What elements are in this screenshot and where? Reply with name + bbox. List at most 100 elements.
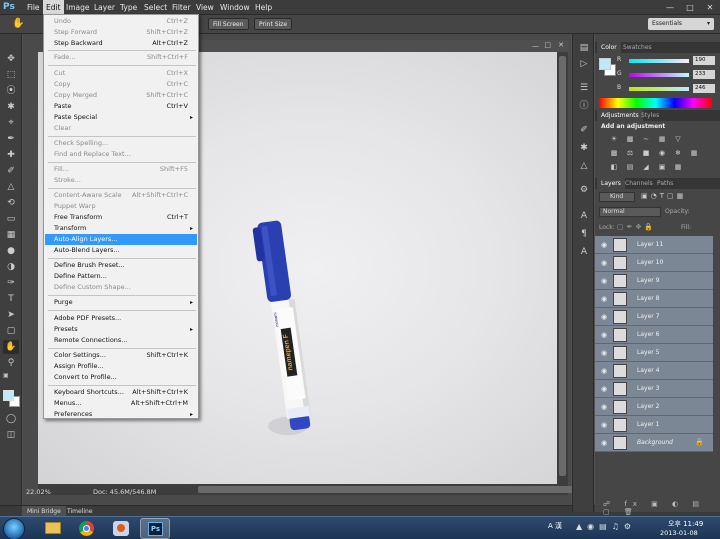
eyedropper-tool-icon[interactable]: ✒ xyxy=(3,132,19,146)
selective-color-icon[interactable]: ▣ xyxy=(657,163,667,171)
menu-item-free-transform[interactable]: Free Transform Ctrl+T xyxy=(45,212,197,223)
color-balance-icon[interactable]: ⚖ xyxy=(625,149,635,157)
layer-row[interactable]: ◉ Layer 2 xyxy=(595,398,713,416)
red-value[interactable]: 190 xyxy=(693,56,715,65)
menu-item-auto-align-layers[interactable]: Auto-Align Layers... xyxy=(45,234,197,245)
eye-icon[interactable]: ◉ xyxy=(599,438,609,448)
tool-presets-icon[interactable]: ⚙ xyxy=(578,184,590,196)
gradient-map-icon[interactable]: ▦ xyxy=(673,163,683,171)
tab-paths[interactable]: Paths xyxy=(653,178,677,189)
threshold-icon[interactable]: ◢ xyxy=(641,163,651,171)
close-icon[interactable]: ✕ xyxy=(700,0,720,15)
menu-file[interactable]: File xyxy=(24,0,43,15)
foreground-color-swatch[interactable] xyxy=(4,358,14,368)
layer-row[interactable]: ◉ Layer 10 xyxy=(595,254,713,272)
eye-icon[interactable]: ◉ xyxy=(599,312,609,322)
move-tool-icon[interactable]: ✥ xyxy=(3,52,19,66)
info-icon[interactable]: ⓘ xyxy=(578,100,590,112)
explorer-taskbar-icon[interactable] xyxy=(38,518,68,539)
path-select-tool-icon[interactable]: ➤ xyxy=(3,308,19,322)
menu-item-adobe-pdf-presets[interactable]: Adobe PDF Presets... xyxy=(45,313,197,324)
blue-slider[interactable]: B 246 xyxy=(617,84,717,94)
layer-row[interactable]: ◉ Layer 1 xyxy=(595,416,713,434)
layer-row[interactable]: ◉ Layer 4 xyxy=(595,362,713,380)
eye-icon[interactable]: ◉ xyxy=(599,420,609,430)
layer-row[interactable]: ◉ Layer 9 xyxy=(595,272,713,290)
menu-item-puppet-warp[interactable]: Puppet Warp xyxy=(45,201,197,212)
photo-filter-icon[interactable]: ◉ xyxy=(657,149,667,157)
menu-item-define-custom-shape[interactable]: Define Custom Shape... xyxy=(45,282,197,293)
minimize-icon[interactable]: — xyxy=(660,0,680,15)
menu-layer[interactable]: Layer xyxy=(91,0,118,15)
screen-mode-icon[interactable]: ◫ xyxy=(3,428,19,442)
history-brush-tool-icon[interactable]: ⟲ xyxy=(3,196,19,210)
vertical-scroll-thumb[interactable] xyxy=(559,56,566,476)
eye-icon[interactable]: ◉ xyxy=(599,330,609,340)
menu-item-remote-connections[interactable]: Remote Connections... xyxy=(45,335,197,346)
red-slider[interactable]: R 190 xyxy=(617,56,717,66)
menu-item-presets[interactable]: Presets ▸ xyxy=(45,324,197,335)
menu-item-keyboard-shortcuts[interactable]: Keyboard Shortcuts... Alt+Shift+Ctrl+K xyxy=(45,387,197,398)
blue-value[interactable]: 246 xyxy=(693,84,715,93)
menu-image[interactable]: Image xyxy=(63,0,93,15)
menu-item-copy[interactable]: Copy Ctrl+C xyxy=(45,79,197,90)
character-icon[interactable]: A xyxy=(578,210,590,222)
photoshop-taskbar-icon[interactable]: Ps xyxy=(140,518,170,539)
menu-item-fade[interactable]: Fade... Shift+Ctrl+F xyxy=(45,52,197,63)
menu-item-define-pattern[interactable]: Define Pattern... xyxy=(45,271,197,282)
workspace-select[interactable]: Essentials ▾ xyxy=(648,18,714,30)
menu-item-step-backward[interactable]: Step Backward Alt+Ctrl+Z xyxy=(45,38,197,49)
pen-tool-icon[interactable]: ✑ xyxy=(3,276,19,290)
menu-item-content-aware-scale[interactable]: Content-Aware Scale Alt+Shift+Ctrl+C xyxy=(45,190,197,201)
eraser-tool-icon[interactable]: ▭ xyxy=(3,212,19,226)
chrome-taskbar-icon[interactable] xyxy=(72,518,102,539)
menu-item-find-replace[interactable]: Find and Replace Text... xyxy=(45,149,197,160)
layer-row[interactable]: ◉ Layer 5 xyxy=(595,344,713,362)
menu-window[interactable]: Window xyxy=(217,0,253,15)
layer-actions-bar[interactable]: ☍ fx ▣ ◐ ▤ ▢ 🗑 xyxy=(603,500,720,516)
type-tool-icon[interactable]: T xyxy=(3,292,19,306)
clock-date[interactable]: 2013-01-08 xyxy=(660,529,698,537)
tab-swatches[interactable]: Swatches xyxy=(619,42,656,53)
clone-stamp-tool-icon[interactable]: △ xyxy=(3,180,19,194)
color-lookup-icon[interactable]: ▦ xyxy=(689,149,699,157)
menu-item-transform[interactable]: Transform ▸ xyxy=(45,223,197,234)
menu-item-fill[interactable]: Fill... Shift+F5 xyxy=(45,164,197,175)
brush-icon[interactable]: ✐ xyxy=(578,124,590,136)
eye-icon[interactable]: ◉ xyxy=(599,348,609,358)
media-app-taskbar-icon[interactable] xyxy=(106,518,136,539)
input-method-indicator[interactable]: A 漢 xyxy=(548,521,562,531)
vibrance-icon[interactable]: ▽ xyxy=(673,135,683,143)
eye-icon[interactable]: ◉ xyxy=(599,366,609,376)
hue-saturation-icon[interactable]: ▩ xyxy=(609,149,619,157)
menu-item-copy-merged[interactable]: Copy Merged Shift+Ctrl+C xyxy=(45,90,197,101)
quick-select-tool-icon[interactable]: ✱ xyxy=(3,100,19,114)
zoom-level[interactable]: 22.02% xyxy=(26,488,51,496)
marquee-tool-icon[interactable]: ⬚ xyxy=(3,68,19,82)
brush-tool-icon[interactable]: ✐ xyxy=(3,164,19,178)
paragraph-icon[interactable]: ¶ xyxy=(578,228,590,240)
lasso-tool-icon[interactable]: ⦿ xyxy=(3,84,19,98)
properties-icon[interactable]: ☰ xyxy=(578,82,590,94)
menu-item-step-forward[interactable]: Step Forward Shift+Ctrl+Z xyxy=(45,27,197,38)
layer-row[interactable]: ◉ Layer 8 xyxy=(595,290,713,308)
tab-channels[interactable]: Channels xyxy=(621,178,657,189)
close-icon[interactable]: ✕ xyxy=(558,41,564,49)
menu-item-assign-profile[interactable]: Assign Profile... xyxy=(45,361,197,372)
vertical-scrollbar[interactable] xyxy=(557,52,568,484)
minimize-icon[interactable]: — xyxy=(532,42,539,50)
menu-item-auto-blend-layers[interactable]: Auto-Blend Layers... xyxy=(45,245,197,256)
brightness-contrast-icon[interactable]: ☀ xyxy=(609,135,619,143)
fill-screen-button[interactable]: Fill Screen xyxy=(208,18,249,30)
actions-icon[interactable]: ▷ xyxy=(578,58,590,70)
lock-icons[interactable]: ▢✒✥🔒 xyxy=(617,223,656,231)
clock-time[interactable]: 오후 11:49 xyxy=(668,519,703,529)
filter-icons[interactable]: ▣◔T▢▦ xyxy=(641,192,686,200)
tab-styles[interactable]: Styles xyxy=(637,110,663,121)
brush-presets-icon[interactable]: ✱ xyxy=(578,142,590,154)
layer-row[interactable]: ◉ Layer 6 xyxy=(595,326,713,344)
menu-item-convert-to-profile[interactable]: Convert to Profile... xyxy=(45,372,197,383)
blend-mode-select[interactable]: Normal xyxy=(599,207,661,217)
menu-item-paste-special[interactable]: Paste Special ▸ xyxy=(45,112,197,123)
menu-filter[interactable]: Filter xyxy=(169,0,194,15)
